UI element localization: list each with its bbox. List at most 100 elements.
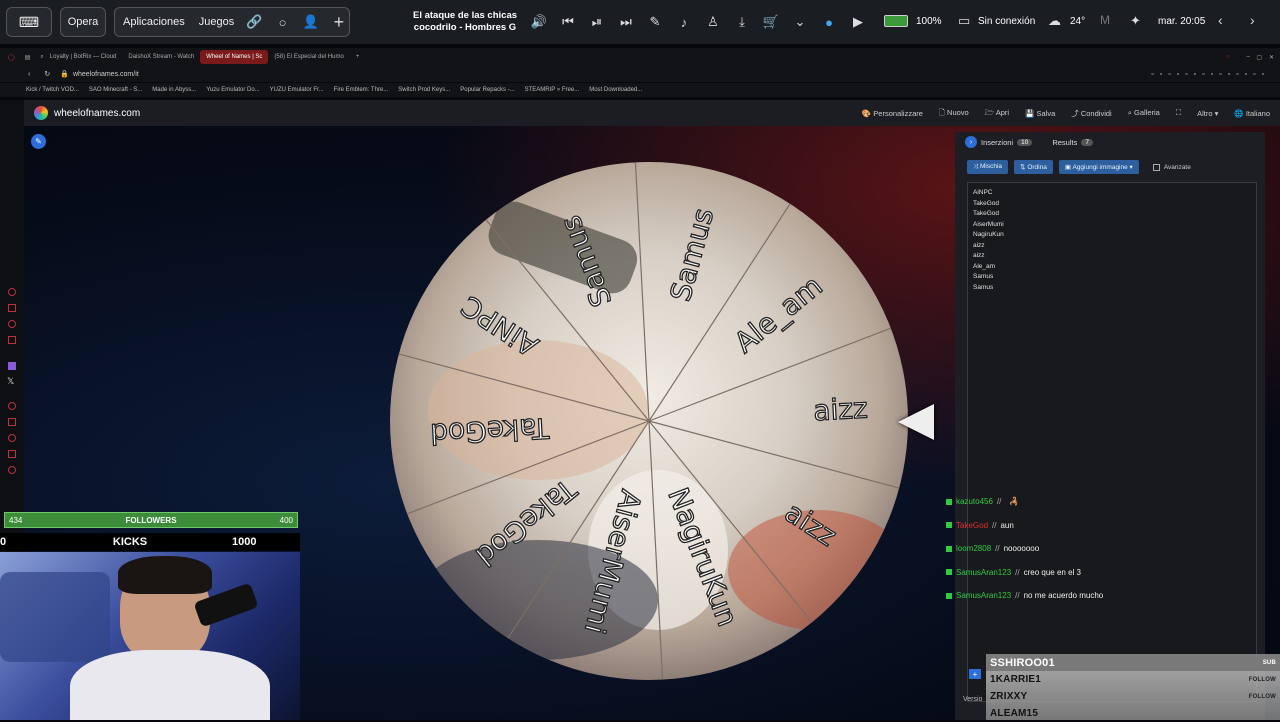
- chevron-down-icon[interactable]: ⌄: [789, 11, 811, 33]
- tab-search-right-icon[interactable]: ○: [1226, 54, 1230, 60]
- menu-more[interactable]: Altro ▾: [1197, 109, 1218, 118]
- gamepad-button[interactable]: ⌨: [6, 7, 52, 37]
- mail-icon[interactable]: M: [1100, 13, 1110, 27]
- entries-count-badge: 10: [1017, 138, 1033, 146]
- cart-icon[interactable]: 🛒: [760, 11, 782, 33]
- add-icon[interactable]: +: [329, 11, 349, 33]
- user-icon[interactable]: 👤: [301, 11, 321, 33]
- menu-label: Personalizzare: [873, 108, 923, 118]
- tab-daishox[interactable]: DaishoX Stream - Watch: [122, 50, 200, 64]
- network-status: Sin conexión: [978, 16, 1036, 27]
- x-icon[interactable]: 𝕏: [7, 376, 14, 387]
- menu-gallery[interactable]: ⌕ Galleria: [1128, 108, 1160, 118]
- shuffle-button[interactable]: ⤨ Mischia: [967, 160, 1009, 174]
- add-image-button[interactable]: ▣ Aggiungi immagine ▾: [1058, 160, 1139, 174]
- wheel[interactable]: Samus Ale_am aizz aizz NagiruKun AiserMumi Tak…: [388, 160, 910, 682]
- wheel-graphic[interactable]: SamusAle_amaizzaizzNagiruKunAiserMumiTak…: [388, 160, 910, 682]
- sidebar-icon[interactable]: [8, 402, 16, 410]
- download-icon[interactable]: ⤓: [731, 11, 753, 33]
- bookmark-item[interactable]: Yuzu Emulator Do...: [206, 87, 259, 93]
- add-entry-icon[interactable]: +: [969, 669, 981, 679]
- tab-wheel-of-names[interactable]: Wheel of Names | Sc: [200, 50, 269, 64]
- tab-label: Wheel of Names | Sc: [206, 54, 263, 60]
- browser-extensions-icon[interactable]: ▫▫▫▫▫▫▫▫▫▫▫▫▫▫: [1151, 71, 1270, 78]
- chat-badge-icon: [946, 592, 952, 599]
- apps-button[interactable]: Aplicaciones: [123, 16, 185, 28]
- bookmark-item[interactable]: Switch Prod Keys...: [398, 87, 450, 93]
- bookmark-item[interactable]: SAO Minecraft - S...: [89, 87, 142, 93]
- tab-loyalty[interactable]: Loyalty | BotRix — Cloud: [44, 50, 123, 64]
- bookmark-item[interactable]: STEAMRIP » Free...: [525, 87, 580, 93]
- tab-results[interactable]: Results 7: [1042, 138, 1103, 147]
- menu-save[interactable]: 💾 Salva: [1025, 109, 1055, 118]
- twitch-icon[interactable]: [8, 362, 16, 370]
- volume-icon[interactable]: 🔊: [528, 11, 550, 33]
- settings-icon[interactable]: [8, 466, 16, 474]
- reload-icon[interactable]: ↻: [44, 70, 50, 78]
- new-tab-icon[interactable]: +: [356, 54, 360, 60]
- opera-button[interactable]: Opera: [60, 7, 106, 37]
- tab-menu-icon[interactable]: ▤: [25, 54, 31, 61]
- tiktok-icon[interactable]: ♪: [673, 11, 695, 33]
- sparkle-icon[interactable]: ✦: [1130, 13, 1141, 29]
- menu-label: Apri: [995, 107, 1010, 117]
- previous-icon[interactable]: ⏮: [557, 11, 579, 33]
- chevron-right-icon[interactable]: ›: [1250, 12, 1255, 28]
- notes-icon[interactable]: ✎: [644, 11, 666, 33]
- opera-logo-icon[interactable]: ◯: [8, 54, 15, 61]
- alert-tag: SUB: [1262, 659, 1276, 666]
- youtube-icon[interactable]: ▶: [847, 11, 869, 33]
- alerts-overlay: SSHIROO01 SUB 1KARRIE1 FOLLOW ZRIXXY FOL…: [986, 654, 1280, 720]
- bookmark-item[interactable]: Kick / Twitch VOD...: [26, 87, 79, 93]
- menu-language[interactable]: 🌐 Italiano: [1234, 109, 1270, 118]
- menu-open[interactable]: 🗁 Apri: [985, 107, 1009, 120]
- entries-textarea[interactable]: AiNPC TakeGod TakeGod AiserMumi NagiruKu…: [967, 182, 1257, 702]
- minimize-icon[interactable]: –: [1247, 54, 1250, 60]
- sidebar-icon[interactable]: [8, 336, 16, 344]
- sort-button[interactable]: ⇅ Ordina: [1014, 160, 1053, 174]
- maximize-icon[interactable]: ▢: [1256, 54, 1262, 61]
- back-icon[interactable]: ‹: [28, 71, 30, 78]
- figure-icon[interactable]: ♙: [702, 11, 724, 33]
- chat-username: SamusAran123: [956, 591, 1012, 601]
- site-logo-text[interactable]: wheelofnames.com: [54, 108, 140, 119]
- advanced-checkbox[interactable]: [1152, 163, 1160, 171]
- menu-new[interactable]: 🗋 Nuovo: [939, 107, 969, 120]
- sidebar-icon[interactable]: [8, 304, 16, 312]
- messenger-icon[interactable]: ●: [818, 11, 840, 33]
- tab-especial[interactable]: (58) El Especial del Humo: [268, 50, 349, 64]
- bookmark-item[interactable]: Popular Repacks -...: [460, 87, 514, 93]
- next-icon[interactable]: ⏭: [615, 11, 637, 33]
- sidebar-icon[interactable]: [8, 418, 16, 426]
- fullscreen-icon[interactable]: ⛶: [1176, 108, 1181, 118]
- advanced-toggle[interactable]: Avanzate: [1152, 163, 1191, 171]
- bookmark-item[interactable]: YUZU Emulator Fr...: [270, 87, 324, 93]
- sidebar-icon[interactable]: [8, 434, 16, 442]
- chevron-left-icon[interactable]: ‹: [1218, 12, 1223, 28]
- tab-results-label: Results: [1052, 137, 1078, 147]
- bookmark-item[interactable]: Made in Abyss...: [152, 87, 196, 93]
- sidebar-icon[interactable]: [8, 288, 16, 296]
- circle-icon[interactable]: ○: [272, 11, 292, 33]
- close-icon[interactable]: ✕: [1269, 54, 1274, 61]
- sidebar-icon[interactable]: [8, 450, 16, 458]
- menu-customize[interactable]: 🎨 Personalizzare: [862, 109, 923, 118]
- alert-tag: FOLLOW: [1248, 676, 1276, 683]
- menu-share[interactable]: ⤴ Condividi: [1071, 108, 1111, 119]
- edit-pencil-icon[interactable]: ✎: [31, 134, 46, 149]
- games-button[interactable]: Juegos: [199, 16, 234, 28]
- photo-face-shape: [428, 340, 648, 480]
- chat-message: SamusAran123 // creo que en el 3: [942, 561, 1272, 585]
- bookmark-item[interactable]: Fire Emblem: Thre...: [334, 87, 389, 93]
- chat-text: creo que en el 3: [1023, 567, 1081, 577]
- wheel-logo-icon[interactable]: [34, 106, 48, 120]
- link-icon[interactable]: 🔗: [244, 11, 264, 33]
- chat-username: TakeGod: [956, 520, 989, 530]
- pause-icon[interactable]: ⏯: [586, 11, 608, 33]
- menu-label: Condividi: [1080, 108, 1112, 118]
- bookmark-item[interactable]: Most Downloaded...: [589, 87, 642, 93]
- sidebar-icon[interactable]: [8, 320, 16, 328]
- tab-entries[interactable]: › Inserzioni 10: [955, 136, 1042, 148]
- collapse-icon[interactable]: ›: [965, 136, 977, 148]
- url-field[interactable]: wheelofnames.com/it: [73, 71, 139, 78]
